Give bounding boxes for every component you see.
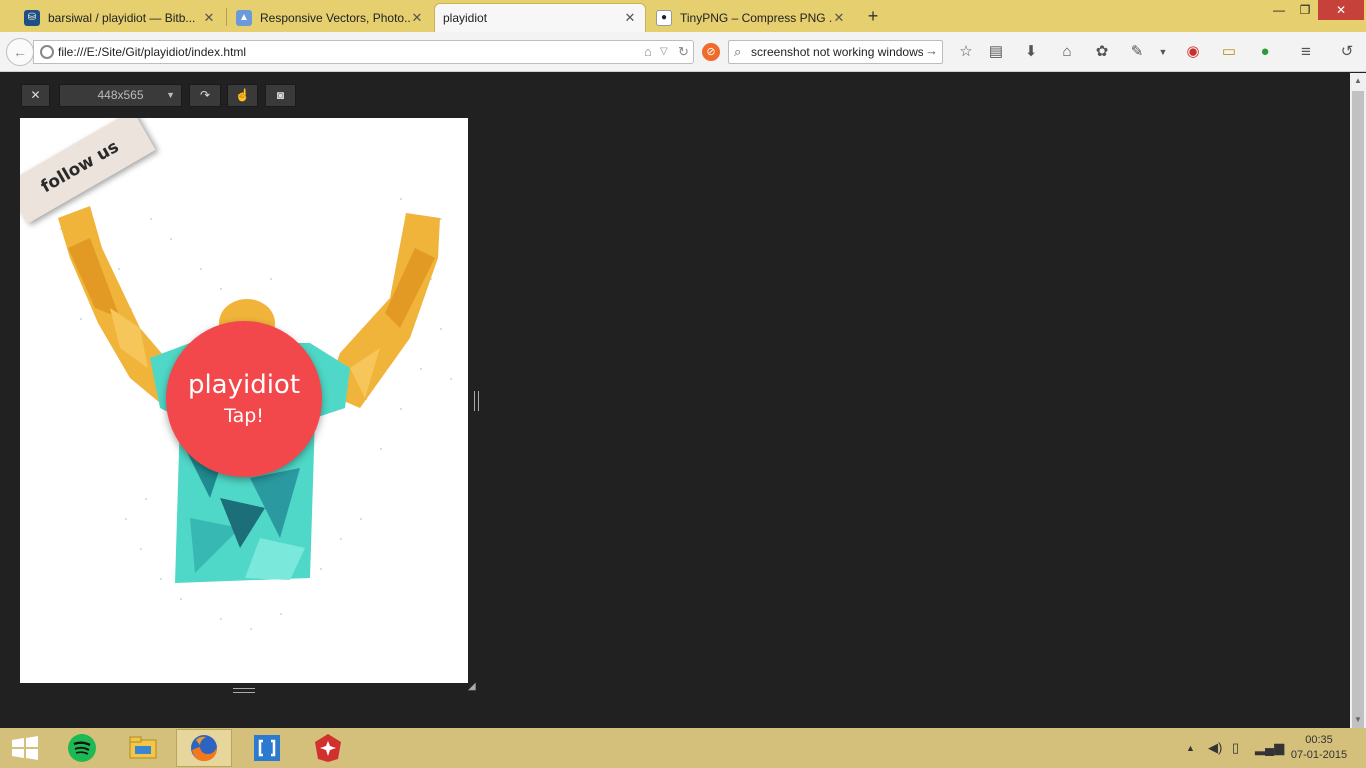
tab-title: barsiwal / playidiot — Bitb... xyxy=(48,10,196,25)
camera-icon: ◙ xyxy=(276,88,285,102)
volume-icon[interactable]: ◀) xyxy=(1208,740,1222,756)
tab-close-icon[interactable]: ✕ xyxy=(202,10,216,26)
taskbar-brackets[interactable] xyxy=(239,729,295,767)
touch-events-button[interactable]: ☝ xyxy=(227,84,258,107)
dropdown-icon[interactable]: ▽ xyxy=(660,46,668,57)
chevron-down-icon: ▼ xyxy=(166,90,175,100)
search-input[interactable] xyxy=(751,43,923,61)
search-go-icon[interactable]: → xyxy=(925,43,938,58)
taskbar-file-explorer[interactable] xyxy=(115,729,171,767)
brand-title: playidiot xyxy=(187,370,301,400)
menu-icon[interactable]: ≡ xyxy=(1296,42,1316,62)
bitbucket-icon: ⛁ xyxy=(24,9,40,26)
brackets-icon xyxy=(254,735,280,761)
tray-expand-icon[interactable]: ▲ xyxy=(1186,743,1195,753)
network-icon[interactable]: ▂▄▆ xyxy=(1255,740,1284,756)
resize-handle-corner[interactable]: ◢ xyxy=(468,682,478,692)
viewport-size-value: 448x565 xyxy=(97,88,144,102)
tab-responsive-vectors[interactable]: ▲ Responsive Vectors, Photo... ✕ xyxy=(228,3,432,32)
screenshot-button[interactable]: ◙ xyxy=(265,84,296,107)
adblock-icon[interactable]: ⊘ xyxy=(702,43,720,61)
back-arrow-icon: ← xyxy=(13,44,27,60)
system-clock[interactable]: 00:35 07-01-2015 xyxy=(1282,733,1356,763)
tab-tinypng[interactable]: ● TinyPNG – Compress PNG ... ✕ xyxy=(648,3,854,32)
back-button[interactable]: ← xyxy=(6,38,34,66)
home-icon[interactable]: ⌂ xyxy=(1057,42,1077,62)
url-input[interactable] xyxy=(58,43,638,61)
resize-handle-vertical[interactable] xyxy=(474,391,479,411)
tab-title: TinyPNG – Compress PNG ... xyxy=(680,10,832,25)
search-bar[interactable]: ⌕ → xyxy=(728,40,943,64)
panda-icon: ● xyxy=(656,9,672,26)
battery-icon[interactable]: ▯ xyxy=(1232,740,1239,756)
tab-strip: ⛁ barsiwal / playidiot — Bitb... ✕ ▲ Res… xyxy=(0,0,1366,32)
tab-close-icon[interactable]: ✕ xyxy=(623,10,637,26)
eyedropper-icon[interactable]: ✎ xyxy=(1127,42,1147,62)
spotify-icon xyxy=(68,734,96,762)
scroll-up-icon[interactable]: ▲ xyxy=(1350,73,1366,89)
opera-icon[interactable]: ◉ xyxy=(1183,42,1203,62)
file-explorer-icon xyxy=(129,736,157,759)
new-tab-button[interactable]: + xyxy=(862,5,884,27)
tap-button[interactable]: playidiot Tap! xyxy=(166,321,322,477)
viewport-size-select[interactable]: 448x565 ▼ xyxy=(59,84,182,107)
reading-list-icon[interactable]: ▤ xyxy=(986,42,1006,62)
app-icon xyxy=(315,734,341,762)
home-page-icon[interactable]: ⌂ xyxy=(644,44,652,59)
tab-bitbucket[interactable]: ⛁ barsiwal / playidiot — Bitb... ✕ xyxy=(16,3,224,32)
responsive-design-view: ✕ 448x565 ▼ ↷ ☝ ◙ follow us playidiot Ta… xyxy=(0,73,1350,728)
tap-label: Tap! xyxy=(224,405,264,427)
minimize-button[interactable]: — xyxy=(1266,0,1292,20)
rotate-icon: ↷ xyxy=(199,88,211,102)
tab-title: playidiot xyxy=(443,11,488,25)
tab-playidiot[interactable]: playidiot ✕ xyxy=(434,3,646,32)
resize-handle-horizontal[interactable] xyxy=(233,688,255,693)
windows-taskbar: ▲ ◀) ▯ ▂▄▆ 00:35 07-01-2015 xyxy=(0,728,1366,768)
clock-time: 00:35 xyxy=(1305,734,1333,746)
close-responsive-button[interactable]: ✕ xyxy=(21,84,50,107)
image-icon: ▲ xyxy=(236,9,252,26)
downloads-icon[interactable]: ⬇ xyxy=(1021,42,1041,62)
restore-button[interactable]: ❐ xyxy=(1292,0,1318,20)
sync-icon[interactable]: ↺ xyxy=(1337,42,1357,62)
touch-icon: ☝ xyxy=(235,88,250,102)
taskbar-app[interactable] xyxy=(300,729,356,767)
clock-date: 07-01-2015 xyxy=(1290,749,1348,761)
tab-title: Responsive Vectors, Photo... xyxy=(260,10,410,25)
vertical-scrollbar[interactable]: ▲ ▼ xyxy=(1350,73,1366,737)
page-viewport: follow us playidiot Tap! xyxy=(20,118,468,683)
url-bar[interactable]: ⌂ ▽ ↻ xyxy=(33,40,694,64)
firefox-icon xyxy=(191,735,217,762)
navigation-toolbar: ⌂ ▽ ↻ ← ⊘ ⌕ → ☆ ▤ ⬇ ⌂ ✿ ✎ ▼ ◉ ▭ ● ≡ ↺ xyxy=(0,32,1366,72)
extension-icon[interactable]: ✿ xyxy=(1092,42,1112,62)
taskbar-firefox[interactable] xyxy=(176,729,232,767)
search-icon: ⌕ xyxy=(734,44,742,59)
rotate-button[interactable]: ↷ xyxy=(189,84,221,107)
tab-close-icon[interactable]: ✕ xyxy=(410,10,424,26)
pocket-icon[interactable]: ● xyxy=(1255,42,1275,62)
taskbar-spotify[interactable] xyxy=(54,729,110,767)
ruler-icon[interactable]: ▭ xyxy=(1219,42,1239,62)
chevron-down-icon[interactable]: ▼ xyxy=(1153,42,1173,62)
reload-icon[interactable]: ↻ xyxy=(678,44,689,60)
globe-icon xyxy=(40,45,54,59)
tab-separator xyxy=(226,8,227,26)
scrollbar-thumb[interactable] xyxy=(1352,91,1364,737)
start-button[interactable] xyxy=(0,728,50,768)
windows-logo-icon xyxy=(12,736,38,760)
bookmark-star-icon[interactable]: ☆ xyxy=(956,42,976,62)
scroll-down-icon[interactable]: ▼ xyxy=(1350,712,1366,728)
tab-close-icon[interactable]: ✕ xyxy=(832,10,846,26)
close-window-button[interactable]: ✕ xyxy=(1318,0,1364,20)
